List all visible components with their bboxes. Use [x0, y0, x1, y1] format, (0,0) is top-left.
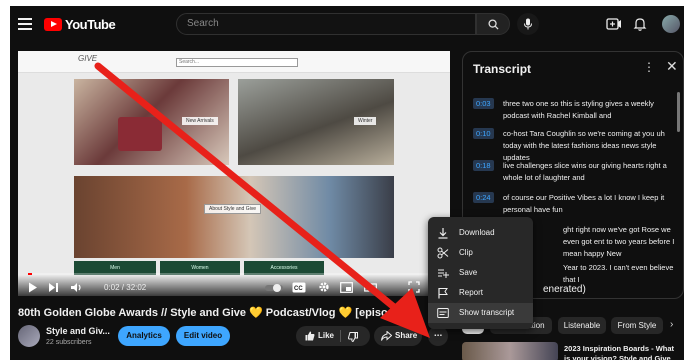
transcript-icon [437, 308, 449, 318]
video-title: 80th Golden Globe Awards // Style and Gi… [18, 307, 414, 319]
more-actions-menu: Download Clip Save Report Show transcrip… [428, 217, 533, 329]
fullscreen-icon[interactable] [408, 281, 420, 293]
chip-from-style[interactable]: From Style [611, 317, 663, 334]
video-tile-handbag: New Arrivals [74, 79, 229, 165]
segment-text: co-host Tara Coughlin so we're coming at… [503, 129, 665, 162]
share-button[interactable]: Share [374, 326, 422, 346]
youtube-logo[interactable]: YouTube [44, 17, 116, 32]
segment-timestamp[interactable]: 0:18 [473, 160, 494, 171]
channel-name[interactable]: Style and Giv... [46, 326, 110, 336]
more-horizontal-icon: ⋯ [434, 331, 442, 340]
autoplay-toggle-icon[interactable] [264, 283, 284, 293]
menu-label: Report [459, 288, 484, 297]
captions-icon[interactable]: CC [292, 282, 306, 293]
youtube-app: YouTube Search GIVE Search... New Arriva… [10, 6, 684, 360]
menu-label: Save [459, 268, 478, 277]
playlist-add-icon [438, 269, 449, 278]
channel-avatar[interactable] [18, 325, 40, 347]
search-button[interactable] [476, 13, 510, 35]
video-site-search: Search... [176, 58, 298, 67]
tile-label-winter: Winter [354, 117, 377, 125]
svg-text:CC: CC [294, 286, 303, 292]
chevron-right-icon[interactable]: › [670, 319, 673, 330]
menu-item-clip[interactable]: Clip [428, 243, 533, 263]
voice-search-button[interactable] [517, 13, 539, 35]
like-divider [340, 330, 341, 342]
progress-fill [28, 273, 33, 275]
search-input[interactable]: Search [176, 13, 476, 35]
menu-label: Clip [459, 248, 473, 257]
flag-icon [438, 288, 448, 299]
segment-timestamp[interactable]: 0:24 [473, 192, 494, 203]
account-avatar[interactable] [662, 15, 680, 33]
video-site-logo: GIVE [78, 54, 98, 63]
search-icon [488, 19, 499, 30]
dior-bag-shape [118, 117, 162, 151]
chip-listenable[interactable]: Listenable [558, 317, 606, 334]
scissors-icon [437, 247, 449, 259]
analytics-button[interactable]: Analytics [118, 326, 170, 346]
transcript-segment[interactable]: 0:24 of course our Positive Vibes a lot … [473, 192, 678, 216]
share-label: Share [395, 331, 418, 340]
menu-label: Download [459, 228, 495, 237]
transcript-segment[interactable]: 0:18 live challenges slice wins our givi… [473, 160, 678, 184]
play-icon[interactable] [28, 282, 38, 293]
theater-mode-icon[interactable] [364, 282, 377, 293]
logo-text: YouTube [65, 17, 116, 32]
video-time: 0:02 / 32:02 [104, 283, 147, 292]
youtube-play-logo-icon [44, 18, 62, 31]
segment-text: of course our Positive Vibes a lot I kno… [503, 193, 665, 214]
settings-gear-icon[interactable] [318, 281, 330, 293]
recommendation-title[interactable]: 2023 Inspiration Boards - What is your v… [564, 344, 682, 360]
video-site-header: GIVE Search... [18, 51, 450, 73]
create-video-icon[interactable] [606, 16, 622, 32]
more-actions-button[interactable]: ⋯ [428, 326, 448, 346]
like-label[interactable]: Like [318, 326, 334, 346]
volume-icon[interactable] [70, 282, 83, 293]
segment-timestamp[interactable]: 0:03 [473, 98, 494, 109]
like-dislike-group: Like [296, 326, 370, 346]
progress-bar[interactable] [28, 273, 440, 275]
thumbs-down-icon[interactable] [348, 332, 358, 342]
video-tile-banner: About Style and Give [74, 176, 394, 258]
menu-item-save[interactable]: Save [428, 263, 533, 283]
menu-item-download[interactable]: Download [428, 223, 533, 243]
download-icon [438, 228, 448, 239]
thumbs-up-icon[interactable] [305, 331, 315, 341]
share-arrow-icon [381, 331, 392, 341]
miniplayer-icon[interactable] [340, 282, 353, 293]
top-header: YouTube Search [10, 6, 684, 42]
more-vertical-icon[interactable]: ⋮ [643, 60, 655, 74]
tile-label-about: About Style and Give [204, 204, 261, 214]
tile-label-new-arrivals: New Arrivals [182, 117, 218, 125]
segment-text: ght right now we've got Rose we even got… [563, 225, 675, 258]
video-tile-street: Winter [238, 79, 394, 165]
transcript-segment[interactable]: 0:03 three two one so this is styling gi… [473, 98, 678, 122]
transcript-segment[interactable]: 0:10 co-host Tara Coughlin so we're comi… [473, 128, 678, 162]
next-icon[interactable] [48, 282, 59, 293]
segment-text: three two one so this is styling gives a… [503, 99, 654, 120]
menu-label: Show transcript [459, 308, 515, 317]
segment-text: Year to 2023. I can't even believe that … [563, 263, 674, 284]
menu-item-show-transcript[interactable]: Show transcript [428, 303, 533, 323]
menu-item-report[interactable]: Report [428, 283, 533, 303]
edit-video-button[interactable]: Edit video [176, 326, 230, 346]
transcript-language[interactable]: enerated) [543, 284, 586, 295]
microphone-icon [524, 18, 532, 30]
notifications-bell-icon[interactable] [632, 16, 648, 32]
close-icon[interactable]: ✕ [666, 58, 678, 75]
video-player[interactable]: GIVE Search... New Arrivals Winter About… [18, 51, 450, 296]
segment-text: live challenges slice wins our giving he… [503, 161, 667, 182]
screenshot-frame: YouTube Search GIVE Search... New Arriva… [0, 0, 684, 360]
transcript-title: Transcript [473, 62, 532, 76]
subscriber-count: 22 subscribers [46, 339, 92, 346]
hamburger-menu-icon[interactable] [18, 18, 32, 30]
recommendation-thumbnail[interactable] [462, 342, 558, 360]
segment-timestamp[interactable]: 0:10 [473, 128, 494, 139]
